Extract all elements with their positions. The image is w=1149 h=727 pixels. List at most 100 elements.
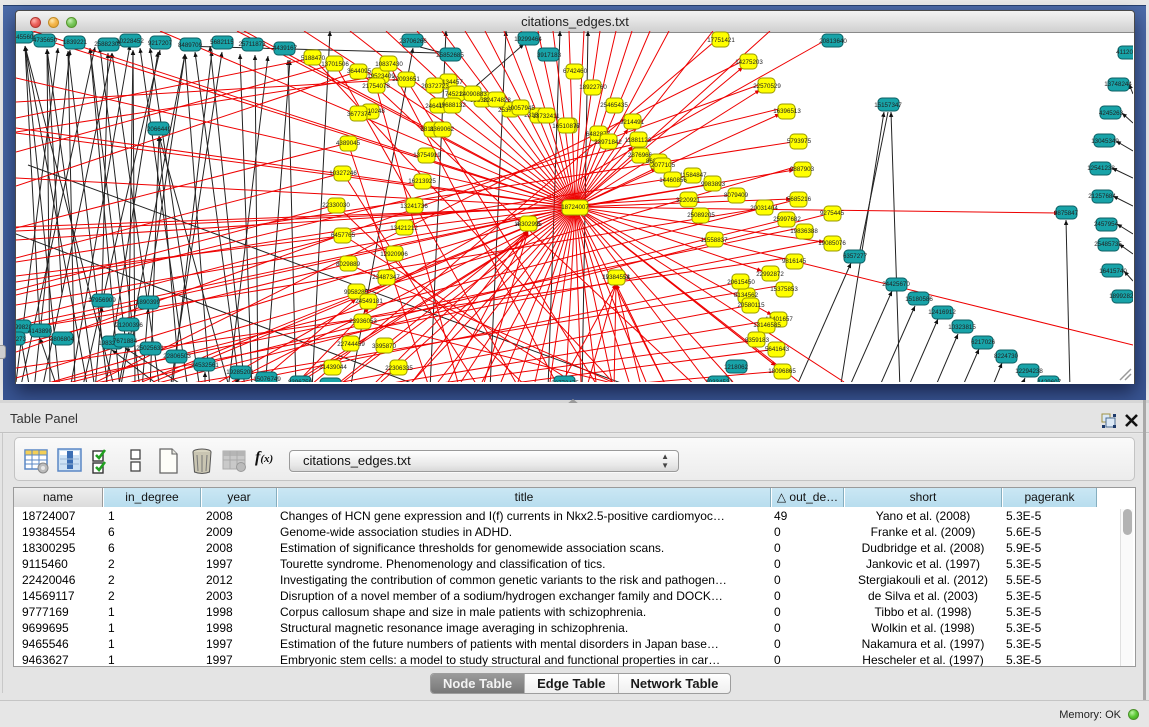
svg-text:21754078: 21754078 [362, 83, 390, 90]
svg-text:8359183: 8359183 [745, 337, 770, 344]
svg-text:10334531: 10334531 [705, 379, 733, 386]
svg-text:1218062: 1218062 [724, 364, 749, 371]
svg-text:6742460: 6742460 [563, 68, 588, 75]
svg-text:9983893: 9983893 [701, 181, 726, 188]
svg-text:5685216: 5685216 [787, 196, 812, 203]
svg-text:25997682: 25997682 [773, 216, 801, 223]
svg-text:8079409: 8079409 [724, 192, 749, 199]
svg-text:8806804: 8806804 [50, 336, 75, 343]
svg-text:18992829: 18992829 [1109, 293, 1137, 300]
svg-text:4439167: 4439167 [273, 45, 298, 52]
svg-text:17751421: 17751421 [707, 37, 735, 44]
svg-text:24090883: 24090883 [459, 91, 487, 98]
svg-text:19688132: 19688132 [438, 102, 466, 109]
svg-text:15180586: 15180586 [905, 296, 933, 303]
svg-text:20372723: 20372723 [421, 83, 449, 90]
svg-text:8029889: 8029889 [336, 261, 361, 268]
svg-text:22570529: 22570529 [753, 83, 781, 90]
svg-text:22806503: 22806503 [163, 353, 191, 360]
svg-text:23936053: 23936053 [349, 318, 377, 325]
svg-text:20772475: 20772475 [551, 380, 579, 387]
svg-text:15375853: 15375853 [770, 286, 798, 293]
svg-text:13754919: 13754919 [413, 152, 441, 159]
svg-text:10837430: 10837430 [375, 61, 403, 68]
svg-text:6217026: 6217026 [971, 339, 996, 346]
svg-text:22744459: 22744459 [337, 341, 365, 348]
svg-text:24532561: 24532561 [191, 362, 219, 369]
svg-text:16415740: 16415740 [1099, 268, 1127, 275]
svg-text:18302995: 18302995 [514, 221, 542, 228]
svg-text:13748244: 13748244 [1104, 81, 1132, 88]
svg-text:20615450: 20615450 [727, 279, 755, 286]
svg-text:9875847: 9875847 [1054, 210, 1079, 217]
svg-text:8224730: 8224730 [994, 353, 1019, 360]
svg-text:16396513: 16396513 [773, 108, 801, 115]
svg-text:8489709: 8489709 [178, 42, 203, 49]
svg-text:25485735: 25485735 [1094, 241, 1122, 248]
svg-text:10057945: 10057945 [507, 105, 535, 112]
svg-text:8369062: 8369062 [430, 126, 455, 133]
svg-text:22093651: 22093651 [392, 76, 420, 83]
svg-text:2457954: 2457954 [1094, 221, 1119, 228]
svg-text:6357277: 6357277 [843, 253, 868, 260]
svg-text:2066449: 2066449 [147, 126, 172, 133]
svg-text:18724007: 18724007 [561, 204, 589, 211]
svg-text:9816145: 9816145 [782, 258, 807, 265]
svg-text:22306335: 22306335 [385, 365, 413, 372]
svg-text:10323815: 10323815 [948, 324, 976, 331]
svg-text:13045349: 13045349 [1091, 138, 1119, 145]
svg-text:18096865: 18096865 [768, 368, 796, 375]
svg-text:3917183: 3917183 [537, 52, 562, 59]
svg-text:22474828: 22474828 [483, 97, 511, 104]
svg-text:9275445: 9275445 [820, 210, 845, 217]
svg-text:3395870: 3395870 [372, 343, 397, 350]
svg-text:4112034: 4112034 [1116, 49, 1140, 56]
svg-text:1890399: 1890399 [136, 299, 161, 306]
svg-text:16510878: 16510878 [552, 123, 580, 130]
svg-text:15076749: 15076749 [253, 376, 281, 383]
svg-text:4429607: 4429607 [1037, 379, 1062, 386]
svg-text:11881122: 11881122 [625, 137, 652, 144]
svg-text:19085076: 19085076 [818, 240, 846, 247]
svg-text:23487347: 23487347 [372, 274, 400, 281]
svg-text:18922760: 18922760 [579, 84, 607, 91]
svg-text:15157347: 15157347 [874, 102, 902, 109]
svg-text:25465435: 25465435 [600, 102, 628, 109]
svg-text:11558837: 11558837 [700, 237, 728, 244]
svg-text:20031404: 20031404 [750, 205, 778, 212]
svg-text:21439044: 21439044 [319, 364, 347, 371]
svg-text:20580115: 20580115 [737, 302, 765, 309]
svg-text:22992872: 22992872 [756, 271, 784, 278]
svg-text:8336273: 8336273 [2, 336, 27, 343]
svg-text:13146585: 13146585 [753, 322, 781, 329]
svg-text:4735650: 4735650 [33, 37, 58, 44]
svg-text:3677374: 3677374 [347, 111, 372, 118]
svg-text:13421212: 13421212 [390, 225, 418, 232]
svg-text:13241736: 13241736 [400, 203, 428, 210]
svg-text:12294238: 12294238 [1015, 368, 1043, 375]
svg-text:3220921: 3220921 [676, 197, 701, 204]
svg-text:23971842: 23971842 [594, 139, 622, 146]
svg-text:19836388: 19836388 [790, 228, 818, 235]
svg-text:20813640: 20813640 [819, 38, 847, 45]
svg-text:23706266: 23706266 [399, 38, 427, 45]
svg-text:16072954: 16072954 [317, 382, 345, 389]
svg-text:14460856: 14460856 [659, 177, 687, 184]
svg-text:10228452: 10228452 [116, 38, 144, 45]
svg-text:25852685: 25852685 [436, 52, 464, 59]
svg-text:19299464: 19299464 [514, 36, 542, 43]
svg-text:2077105: 2077105 [651, 162, 676, 169]
svg-text:21200396: 21200396 [115, 322, 143, 329]
svg-text:8396759: 8396759 [288, 379, 313, 386]
svg-text:24425670: 24425670 [882, 281, 910, 288]
svg-text:21257684: 21257684 [1088, 193, 1116, 200]
svg-text:6457765: 6457765 [331, 232, 356, 239]
svg-text:16213925: 16213925 [408, 178, 436, 185]
svg-text:12541238: 12541238 [1087, 165, 1115, 172]
svg-text:19384554: 19384554 [602, 274, 630, 281]
svg-text:24549181: 24549181 [355, 298, 383, 305]
svg-text:4143890: 4143890 [28, 328, 53, 335]
svg-text:4245263: 4245263 [1099, 110, 1124, 117]
svg-text:14275203: 14275203 [735, 59, 763, 66]
svg-text:17956909: 17956909 [88, 297, 116, 304]
